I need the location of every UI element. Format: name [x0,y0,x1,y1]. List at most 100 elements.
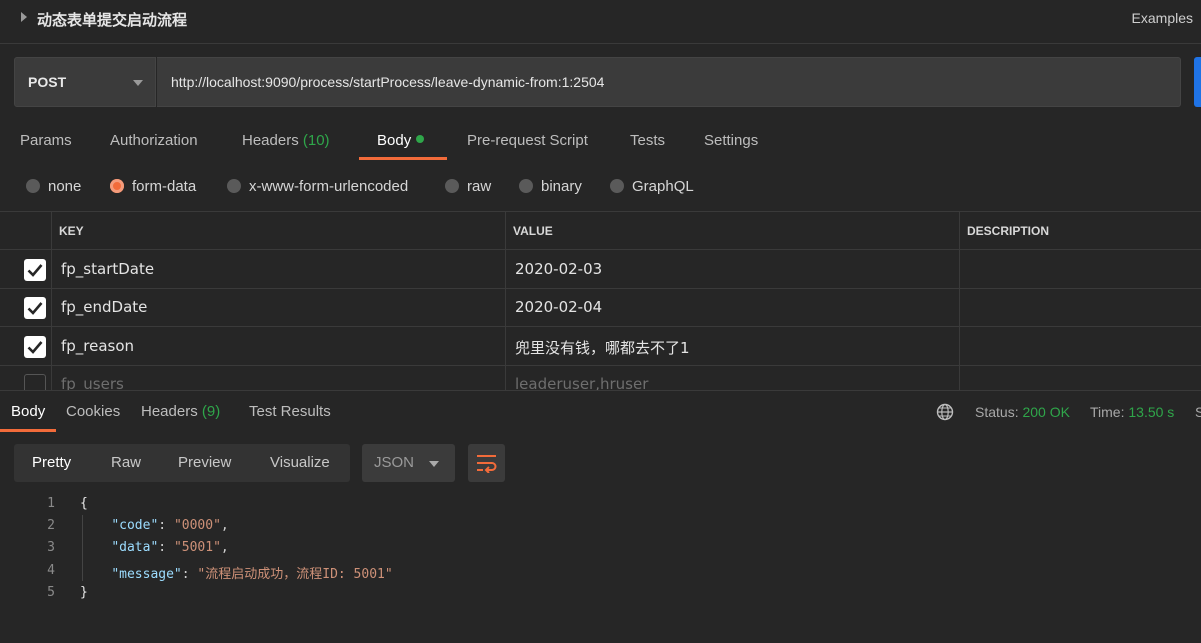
key-cell[interactable]: fp_startDate [51,250,505,288]
json-key: "message" [111,567,182,582]
value-cell[interactable]: 兜里没有钱，哪都去不了1 [505,327,959,365]
table-header-row: KEY VALUE DESCRIPTION [0,212,1201,250]
status-label: Status: [975,404,1019,420]
table-row: fp_reason 兜里没有钱，哪都去不了1 [0,327,1201,366]
view-raw-button[interactable]: Raw [111,454,141,471]
radio-circle-icon [445,179,459,193]
chevron-down-icon [133,80,143,86]
code-text: "message": "流程启动成功，流程ID: 5001" [111,567,393,582]
response-tab-test-results[interactable]: Test Results [249,403,331,420]
view-visualize-button[interactable]: Visualize [270,454,330,471]
row-checkbox[interactable] [24,374,46,390]
radio-urlencoded[interactable]: x-www-form-urlencoded [227,175,408,197]
tab-params[interactable]: Params [20,132,72,149]
request-title[interactable]: 动态表单提交启动流程 [37,9,187,30]
column-value-label: VALUE [513,224,553,238]
form-data-table: KEY VALUE DESCRIPTION fp_startDate 2020-… [0,211,1201,390]
value-cell[interactable]: leaderuser,hruser [505,366,959,390]
radio-none[interactable]: none [26,175,81,197]
globe-icon[interactable] [936,403,954,421]
json-value: "流程启动成功，流程ID: 5001" [197,567,393,582]
tab-authorization[interactable]: Authorization [110,132,198,149]
chevron-down-icon [429,461,439,467]
body-active-dot-icon [416,135,425,143]
status-readout: Status: 200 OK [975,404,1070,420]
radio-form-data[interactable]: form-data [110,175,196,197]
code-line: 1 { [0,496,1201,518]
request-tabs: Params Authorization Headers (10) Body P… [0,126,1201,160]
description-cell[interactable] [959,289,1201,326]
radio-circle-icon [26,179,40,193]
view-mode-tabs: Pretty Raw Preview Visualize [14,444,350,482]
value-cell[interactable]: 2020-02-04 [505,289,959,326]
code-text: "code": "0000", [111,518,229,533]
request-title-bar: 动态表单提交启动流程 Examples [0,0,1201,44]
json-value: "0000" [173,518,221,533]
size-label[interactable]: S [1195,404,1201,420]
radio-circle-icon [519,179,533,193]
response-tab-headers-label: Headers [141,403,198,420]
tab-tests[interactable]: Tests [630,132,665,149]
radio-graphql[interactable]: GraphQL [610,175,694,197]
radio-raw[interactable]: raw [445,175,491,197]
json-key: "code" [111,518,159,533]
url-input[interactable]: http://localhost:9090/process/startProce… [157,57,1181,107]
response-tab-body[interactable]: Body [11,403,45,420]
row-checkbox[interactable] [24,297,46,319]
key-text: fp_reason [61,337,135,355]
view-preview-button[interactable]: Preview [178,454,231,471]
format-select[interactable]: JSON [362,444,455,482]
column-key: KEY [51,212,505,249]
format-label: JSON [374,454,415,471]
caret-right-icon[interactable] [21,12,27,22]
value-cell[interactable]: 2020-02-03 [505,250,959,288]
method-select[interactable]: POST [14,57,156,107]
line-number: 5 [47,585,55,600]
radio-selected-icon [110,179,124,193]
checkmark-icon [27,264,43,277]
tab-body[interactable]: Body [377,132,425,149]
radio-urlencoded-label: x-www-form-urlencoded [249,177,409,195]
description-cell[interactable] [959,366,1201,390]
line-number: 1 [47,496,55,511]
radio-circle-icon [227,179,241,193]
view-pretty-button[interactable]: Pretty [32,454,71,471]
value-text: leaderuser,hruser [515,375,649,390]
tab-headers-label: Headers [242,132,299,149]
time-value[interactable]: 13.50 s [1128,404,1174,420]
radio-binary[interactable]: binary [519,175,582,197]
column-description: DESCRIPTION [959,212,1201,249]
line-number: 3 [47,540,55,555]
table-row: fp_startDate 2020-02-03 [0,250,1201,289]
code-text: "data": "5001", [111,540,229,555]
status-value[interactable]: 200 OK [1022,404,1069,420]
column-description-label: DESCRIPTION [967,224,1050,238]
radio-circle-icon [610,179,624,193]
radio-form-data-label: form-data [132,177,197,195]
wrap-lines-button[interactable] [468,444,505,482]
tab-settings[interactable]: Settings [704,132,758,149]
code-line: 4 "message": "流程启动成功，流程ID: 5001" [0,563,1201,585]
response-tab-cookies[interactable]: Cookies [66,403,120,420]
tab-headers[interactable]: Headers (10) [242,132,330,149]
time-readout: Time: 13.50 s [1090,404,1174,420]
row-checkbox[interactable] [24,259,46,281]
key-text: fp_endDate [61,298,148,316]
key-cell[interactable]: fp_users [51,366,505,390]
description-cell[interactable] [959,250,1201,288]
response-tab-headers-count: (9) [201,403,221,420]
checkmark-icon [27,302,43,315]
code-line: 5 } [0,585,1201,607]
tab-prerequest-script[interactable]: Pre-request Script [467,132,588,149]
table-row: fp_endDate 2020-02-04 [0,289,1201,327]
code-text: { [80,496,88,511]
key-cell[interactable]: fp_endDate [51,289,505,326]
value-text: 2020-02-04 [515,298,603,316]
column-value: VALUE [505,212,959,249]
row-checkbox[interactable] [24,336,46,358]
key-cell[interactable]: fp_reason [51,327,505,365]
send-button[interactable] [1194,57,1201,107]
response-tab-headers[interactable]: Headers (9) [141,403,220,420]
description-cell[interactable] [959,327,1201,365]
examples-link[interactable]: Examples [1132,10,1193,26]
